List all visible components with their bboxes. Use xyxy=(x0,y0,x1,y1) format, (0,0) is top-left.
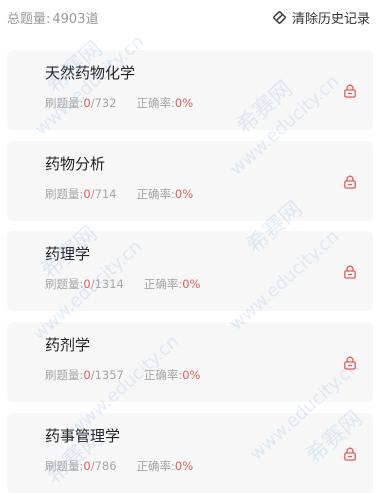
done-label: 刷题量: xyxy=(45,277,84,291)
accuracy-label: 正确率: xyxy=(143,277,183,291)
lock-icon[interactable] xyxy=(343,446,357,461)
total-count: /1314 xyxy=(90,277,124,291)
total-label: 总题量: xyxy=(7,11,51,27)
done-label: 刷题量: xyxy=(45,368,84,382)
accuracy-value: 0% xyxy=(182,277,201,291)
total-count: /786 xyxy=(90,459,117,473)
done-count: 0 xyxy=(83,96,91,110)
done-label: 刷题量: xyxy=(45,96,84,110)
total-count: /714 xyxy=(90,187,117,201)
done-label: 刷题量: xyxy=(45,187,84,201)
accuracy-label: 正确率: xyxy=(136,459,175,473)
subject-title: 药剂学 xyxy=(45,336,91,354)
lock-icon[interactable] xyxy=(343,83,357,98)
lock-icon[interactable] xyxy=(343,264,357,279)
accuracy-value: 0% xyxy=(182,368,201,382)
subject-stats: 刷题量: 0 /1357 正确率: 0% xyxy=(45,367,200,383)
subject-stats: 刷题量: 0 /732 正确率: 0% xyxy=(45,95,193,111)
accuracy-value: 0% xyxy=(174,187,194,201)
total-count: 4903道 xyxy=(52,11,99,27)
accuracy-label: 正确率: xyxy=(143,368,183,382)
broom-diamond-icon xyxy=(272,10,287,25)
done-label: 刷题量: xyxy=(45,459,84,473)
accuracy-value: 0% xyxy=(174,459,194,473)
total-questions: 总题量: 4903道 xyxy=(7,8,98,27)
subject-stats: 刷题量: 0 /714 正确率: 0% xyxy=(45,186,193,202)
subject-stats: 刷题量: 0 /1314 正确率: 0% xyxy=(45,276,200,292)
clear-history-button[interactable]: 清除历史记录 xyxy=(272,8,370,27)
subject-card[interactable]: 药事管理学 刷题量: 0 /786 正确率: 0% xyxy=(7,413,373,493)
subject-card[interactable]: 药剂学 刷题量: 0 /1357 正确率: 0% xyxy=(7,322,373,402)
subject-card[interactable]: 药理学 刷题量: 0 /1314 正确率: 0% xyxy=(7,231,373,311)
done-count: 0 xyxy=(83,459,91,473)
subject-title: 天然药物化学 xyxy=(45,64,136,82)
subject-title: 药事管理学 xyxy=(45,427,121,445)
subject-title: 药理学 xyxy=(45,245,91,263)
header-bar: 总题量: 4903道 清除历史记录 xyxy=(0,0,376,34)
clear-history-label: 清除历史记录 xyxy=(291,11,370,27)
subject-card[interactable]: 天然药物化学 刷题量: 0 /732 正确率: 0% xyxy=(7,50,373,130)
total-count: /732 xyxy=(90,96,117,110)
done-count: 0 xyxy=(83,187,91,201)
done-count: 0 xyxy=(83,368,91,382)
lock-icon[interactable] xyxy=(343,355,357,370)
subject-stats: 刷题量: 0 /786 正确率: 0% xyxy=(45,458,193,474)
total-count: /1357 xyxy=(90,368,124,382)
lock-icon[interactable] xyxy=(343,174,357,189)
accuracy-value: 0% xyxy=(174,96,194,110)
accuracy-label: 正确率: xyxy=(136,96,175,110)
done-count: 0 xyxy=(83,277,91,291)
accuracy-label: 正确率: xyxy=(136,187,175,201)
subject-title: 药物分析 xyxy=(45,155,106,173)
subject-card[interactable]: 药物分析 刷题量: 0 /714 正确率: 0% xyxy=(7,141,373,221)
